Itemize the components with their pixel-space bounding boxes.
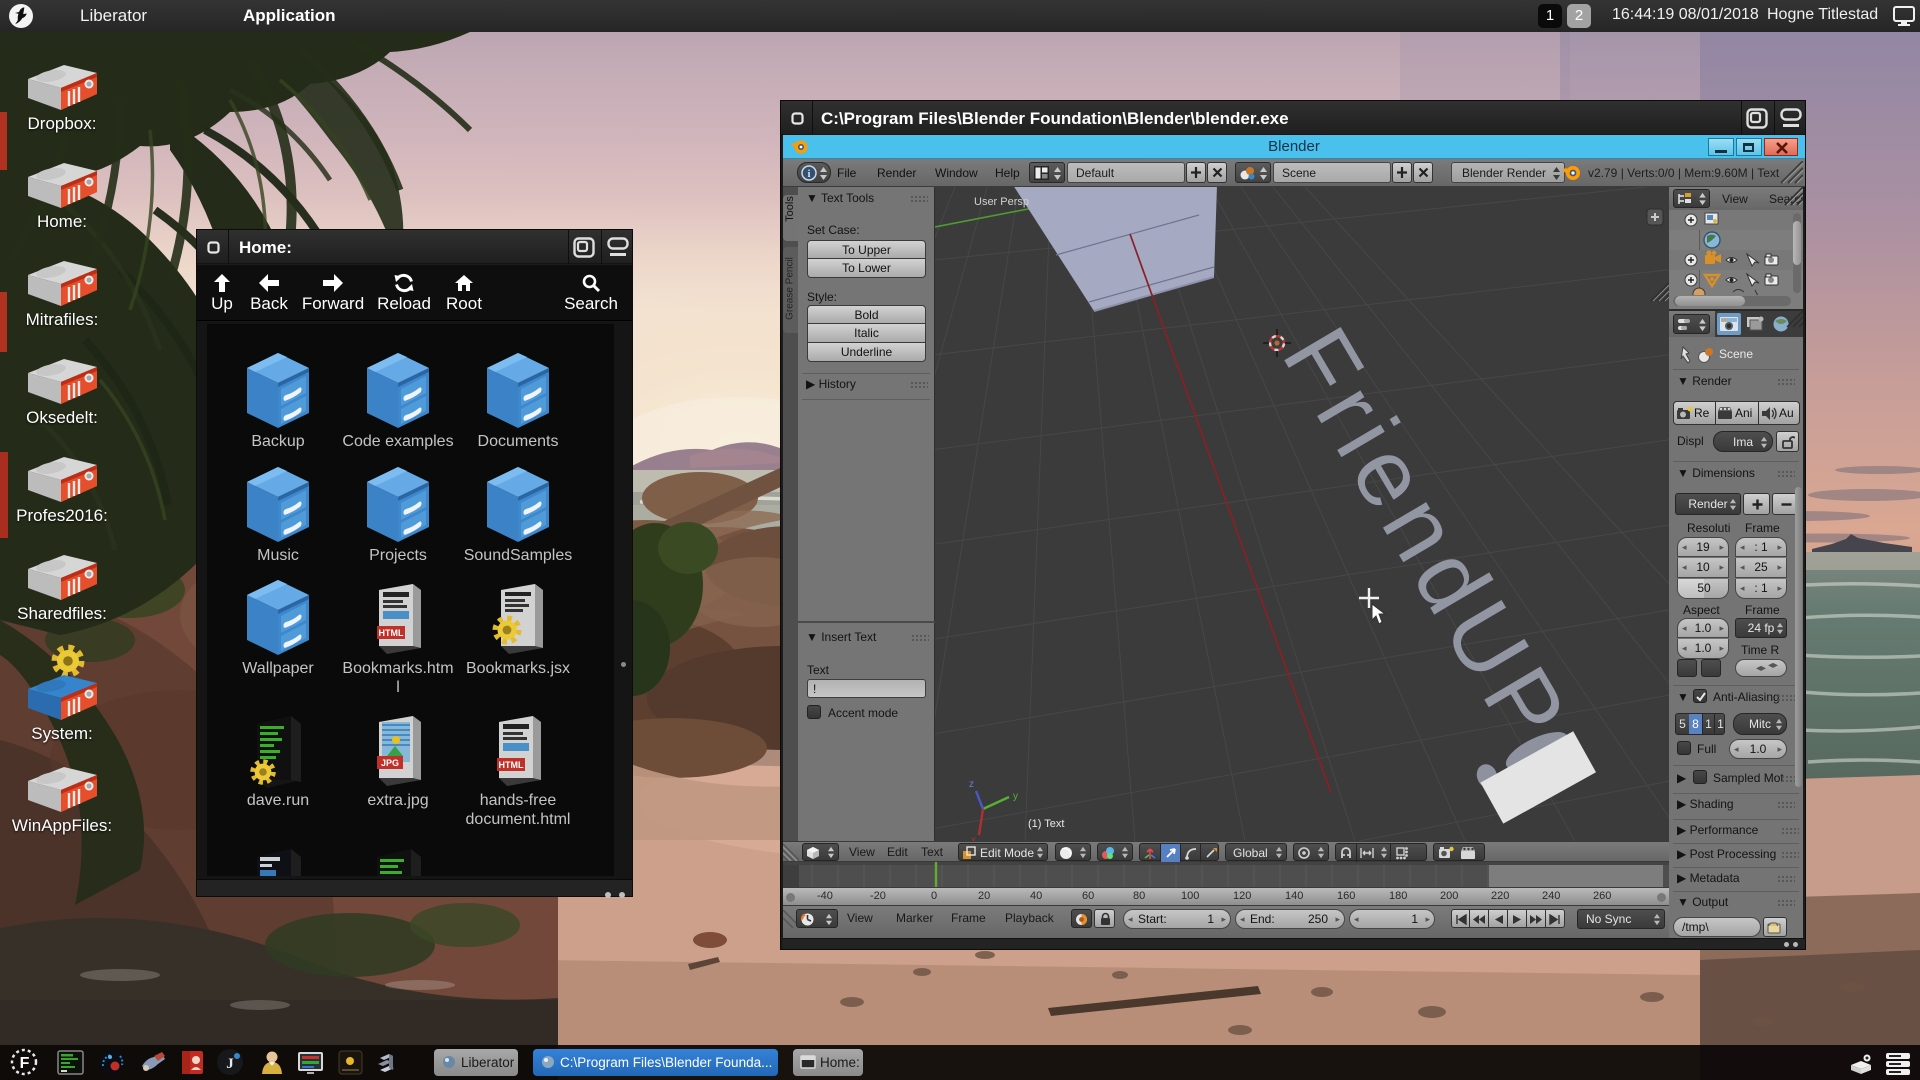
svg-text:i: i — [808, 169, 811, 180]
svg-text:y: y — [1013, 791, 1018, 802]
svg-text:User Persp: User Persp — [974, 196, 1029, 208]
svg-text:F: F — [20, 1055, 30, 1072]
svg-text:z: z — [969, 779, 974, 790]
svg-text:(1) Text: (1) Text — [1028, 818, 1064, 830]
svg-text:J: J — [226, 1056, 234, 1072]
